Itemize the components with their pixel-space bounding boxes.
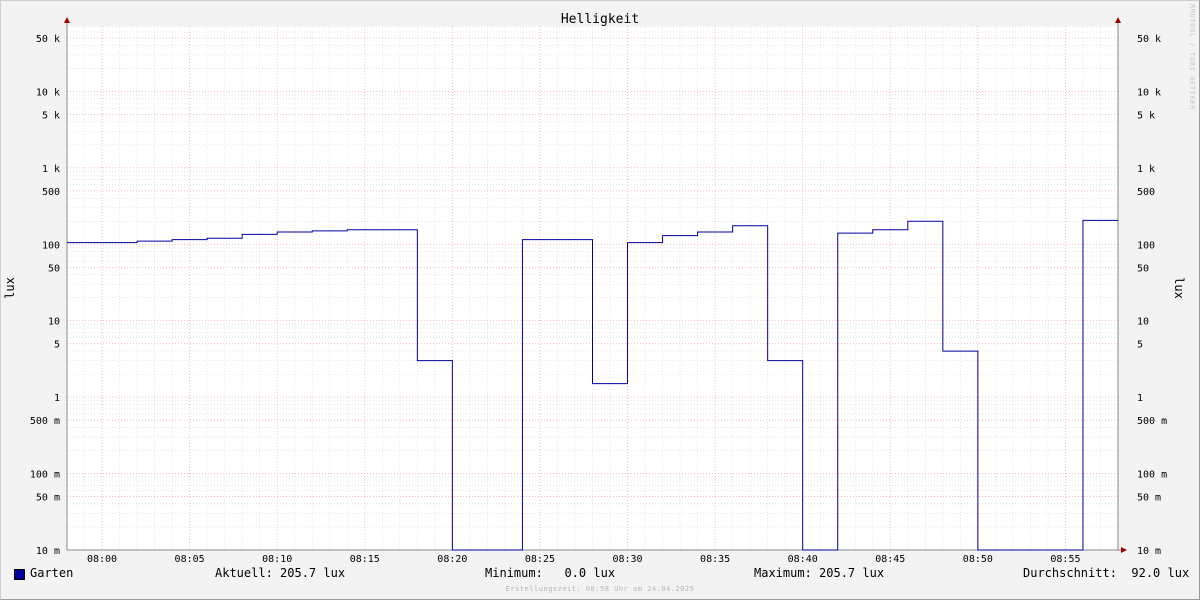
x-tick-label: 08:10 — [262, 554, 292, 565]
y-tick-label-right: 50 — [1137, 263, 1149, 274]
y-tick-label: 5 — [54, 340, 60, 351]
chart-title: Helligkeit — [561, 12, 639, 27]
legend-current: Aktuell: 205.7 lux — [215, 566, 346, 580]
legend-row: Garten Aktuell: 205.7 lux Minimum: 0.0 l… — [0, 566, 1200, 584]
y-tick-label: 100 m — [30, 470, 60, 481]
legend-swatch-garten — [14, 569, 25, 580]
x-tick-labels: 08:00 08:05 08:10 08:15 08:20 08:25 08:30 08:35… — [87, 554, 1081, 565]
x-tick-label: 08:30 — [612, 554, 642, 565]
legend-maximum: Maximum: 205.7 lux — [754, 566, 885, 580]
y-tick-label: 10 m — [36, 546, 60, 557]
x-tick-label: 08:25 — [525, 554, 555, 565]
y-tick-label: 50 k — [36, 34, 60, 45]
y-tick-label-right: 10 — [1137, 317, 1149, 328]
y-tick-labels-left: 50 k 10 k 5 k 1 k 500 100 50 10 5 1 500 m 100 m 50 m… — [30, 34, 60, 557]
y-tick-label-right: 500 — [1137, 187, 1155, 198]
y-tick-label-right: 100 m — [1137, 470, 1167, 481]
y-tick-label-right: 1 — [1137, 393, 1143, 404]
x-tick-label: 08:00 — [87, 554, 117, 565]
y-tick-label-right: 1 k — [1137, 164, 1155, 175]
y-tick-label-right: 5 k — [1137, 110, 1155, 121]
y-tick-label-right: 10 m — [1137, 546, 1161, 557]
y-axis-arrow-right — [1115, 17, 1121, 23]
y-axis-arrow-left — [64, 17, 70, 23]
y-tick-label: 500 — [42, 187, 60, 198]
x-tick-label: 08:40 — [788, 554, 818, 565]
y-tick-label-right: 10 k — [1137, 87, 1161, 98]
watermark: RRDTOOL / TOBI OETIKER — [1188, 4, 1196, 110]
y-tick-label: 500 m — [30, 416, 60, 427]
x-axis-arrow — [1121, 547, 1127, 553]
y-tick-label: 10 k — [36, 87, 60, 98]
y-tick-label-right: 50 m — [1137, 493, 1161, 504]
x-tick-label: 08:45 — [875, 554, 905, 565]
y-tick-label-right: 5 — [1137, 340, 1143, 351]
y-tick-label-right: 100 — [1137, 240, 1155, 251]
footer-timestamp: Erstellungszeit: 08:58 Uhr am 24.04.2025 — [505, 585, 695, 593]
x-tick-label: 08:20 — [437, 554, 467, 565]
y-tick-label: 5 k — [42, 110, 60, 121]
y-tick-label: 50 m — [36, 493, 60, 504]
y-tick-labels-right: 50 k 10 k 5 k 1 k 500 100 50 10 5 1 500 m 100 m 50 m… — [1137, 34, 1167, 557]
x-tick-label: 08:05 — [175, 554, 205, 565]
x-tick-label: 08:55 — [1050, 554, 1080, 565]
x-tick-label: 08:15 — [350, 554, 380, 565]
legend-average: Durchschnitt: 92.0 lux — [1023, 566, 1190, 580]
y-tick-label: 100 — [42, 240, 60, 251]
y-tick-label: 1 — [54, 393, 60, 404]
y-axis-label-left: lux — [3, 277, 17, 299]
y-tick-label: 10 — [48, 317, 60, 328]
y-tick-label-right: 50 k — [1137, 34, 1161, 45]
x-tick-label: 08:50 — [963, 554, 993, 565]
y-axis-label-right: lux — [1172, 277, 1186, 299]
x-tick-label: 08:35 — [700, 554, 730, 565]
y-tick-label-right: 500 m — [1137, 416, 1167, 427]
y-tick-label: 1 k — [42, 164, 60, 175]
legend-series-name: Garten — [30, 566, 74, 580]
chart-canvas: 50 k 10 k 5 k 1 k 500 100 50 10 5 1 500 m 100 m 50 m… — [3, 12, 1186, 565]
legend-minimum: Minimum: 0.0 lux — [485, 566, 616, 580]
y-tick-label: 50 — [48, 263, 60, 274]
